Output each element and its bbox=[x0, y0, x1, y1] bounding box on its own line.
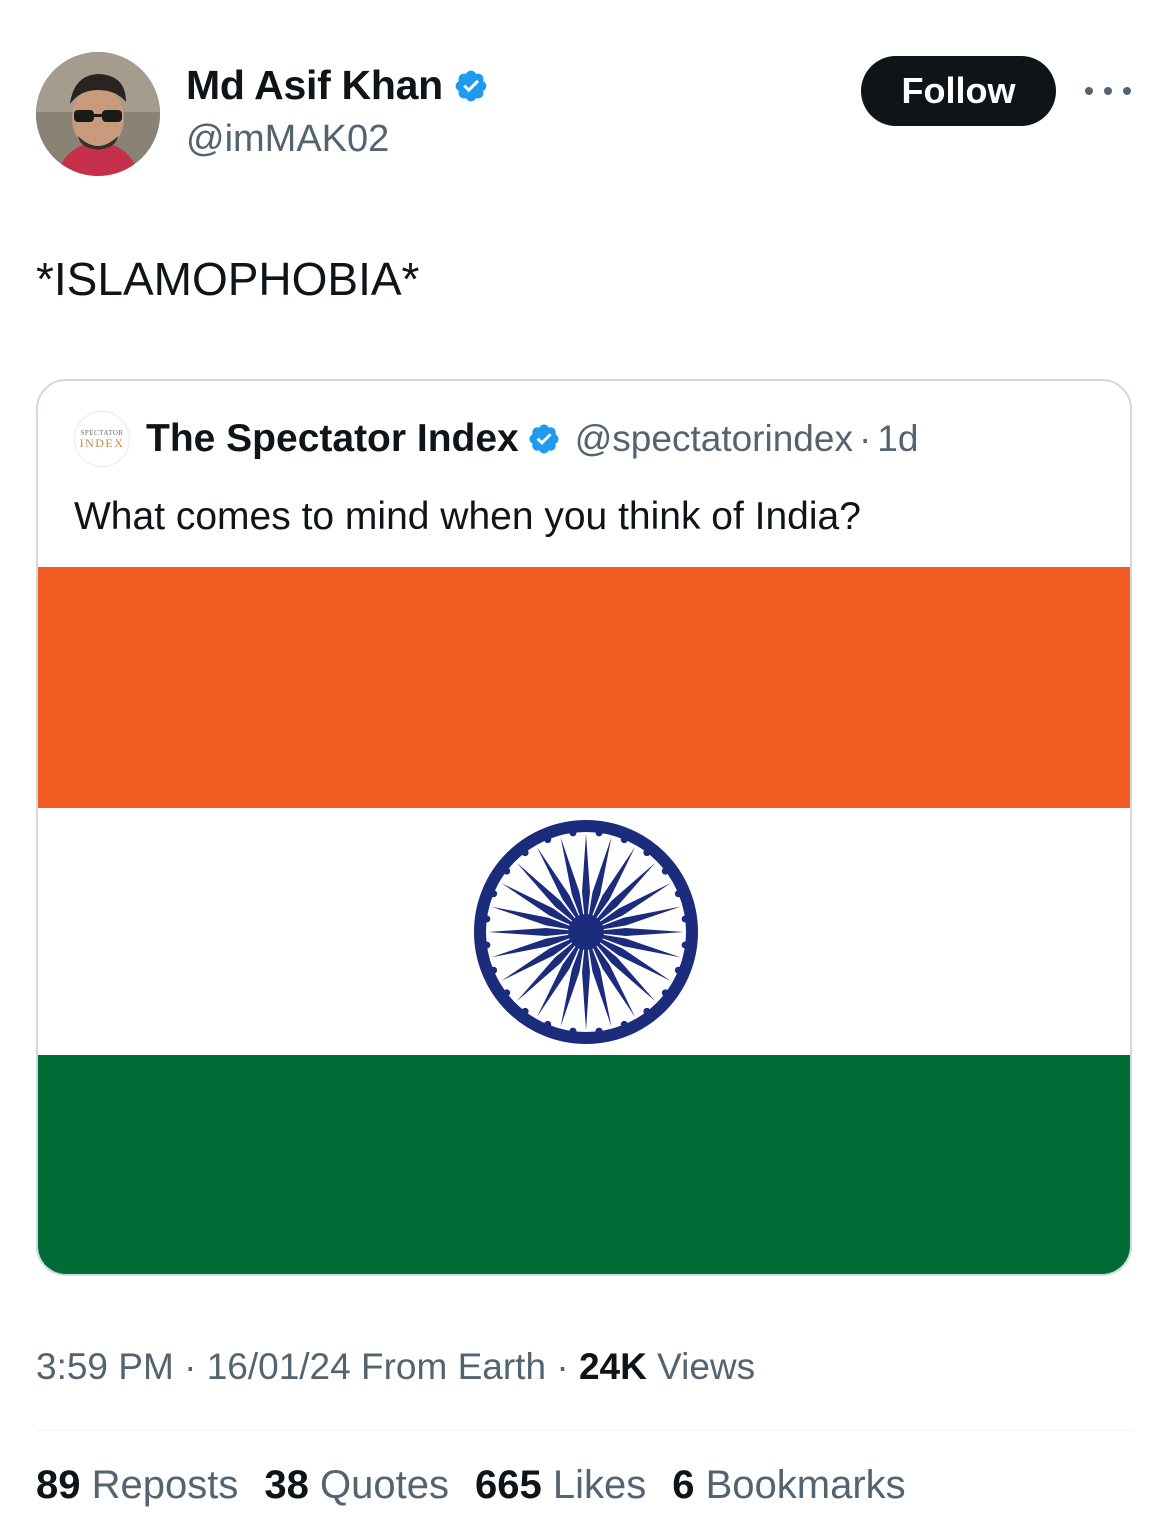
flag-green-stripe bbox=[38, 1055, 1130, 1274]
quoted-tweet-card[interactable]: SPECTATOR INDEX The Spectator Index @spe… bbox=[36, 379, 1132, 1276]
quoted-tweet-header: SPECTATOR INDEX The Spectator Index @spe… bbox=[74, 411, 918, 467]
separator-dot: · bbox=[556, 1346, 569, 1387]
tweet-meta: 3:59 PM · 16/01/24 From Earth · 24K View… bbox=[36, 1346, 755, 1388]
follow-button[interactable]: Follow bbox=[861, 56, 1056, 126]
tweet-date[interactable]: 16/01/24 bbox=[207, 1346, 351, 1387]
reposts-stat[interactable]: 89 Reposts bbox=[36, 1463, 238, 1508]
verified-badge-icon bbox=[527, 422, 561, 456]
quotes-stat[interactable]: 38 Quotes bbox=[264, 1463, 449, 1508]
tweet-text: *ISLAMOPHOBIA* bbox=[36, 253, 420, 305]
separator-dot: · bbox=[184, 1346, 197, 1387]
engagement-stats: 89 Reposts 38 Quotes 665 Likes 6 Bookmar… bbox=[36, 1463, 932, 1508]
verified-badge-icon bbox=[453, 68, 489, 104]
views-label: Views bbox=[657, 1346, 756, 1387]
quoted-display-name[interactable]: The Spectator Index bbox=[146, 417, 519, 461]
spectator-index-logo[interactable]: SPECTATOR INDEX bbox=[74, 411, 130, 467]
ashoka-chakra-icon bbox=[474, 820, 698, 1044]
quoted-tweet-text: What comes to mind when you think of Ind… bbox=[74, 495, 861, 538]
indian-flag-image[interactable] bbox=[38, 567, 1130, 1274]
tweet-time[interactable]: 3:59 PM bbox=[36, 1346, 174, 1387]
bookmarks-stat[interactable]: 6 Bookmarks bbox=[672, 1463, 905, 1508]
more-options-icon[interactable] bbox=[1085, 78, 1131, 104]
author-avatar[interactable] bbox=[36, 52, 160, 176]
author-name-row: Md Asif Khan bbox=[186, 62, 489, 109]
separator-dot: · bbox=[858, 418, 872, 459]
author-handle[interactable]: @imMAK02 bbox=[186, 118, 389, 161]
flag-saffron-stripe bbox=[38, 567, 1130, 808]
views-count: 24K bbox=[578, 1346, 647, 1387]
tweet-source: From Earth bbox=[361, 1346, 547, 1387]
author-display-name[interactable]: Md Asif Khan bbox=[186, 62, 443, 109]
divider bbox=[36, 1430, 1134, 1431]
quoted-handle[interactable]: @spectatorindex bbox=[575, 418, 853, 460]
quoted-timestamp[interactable]: 1d bbox=[877, 418, 918, 460]
likes-stat[interactable]: 665 Likes bbox=[475, 1463, 646, 1508]
